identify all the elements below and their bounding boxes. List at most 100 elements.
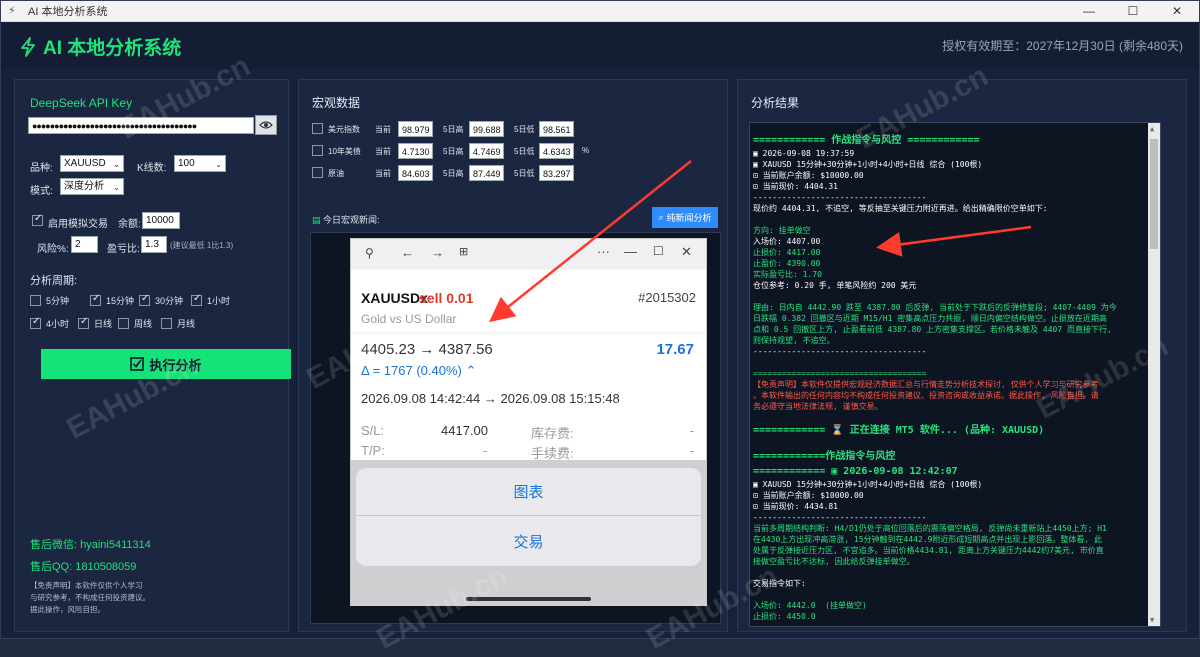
macro-hi-value[interactable]: 99.688 bbox=[469, 121, 504, 137]
macro-lo-value[interactable]: 98.561 bbox=[539, 121, 574, 137]
result-line: ------------------------------------ bbox=[753, 347, 927, 356]
result-line: 则保持观望, 不追空。 bbox=[753, 336, 835, 345]
minimize-button[interactable]: — bbox=[1067, 1, 1111, 21]
mode-value: 深度分析 bbox=[64, 181, 104, 192]
macro-cur-label: 当前 bbox=[375, 147, 391, 156]
rr-input[interactable]: 1.3 bbox=[141, 236, 167, 253]
app-header: AI 本地分析系统 授权有效期至：2027年12月30日 (剩余480天) bbox=[1, 23, 1199, 69]
period-checkbox[interactable] bbox=[30, 316, 41, 329]
close-button[interactable]: ✕ bbox=[1155, 1, 1199, 21]
macro-checkbox[interactable] bbox=[312, 167, 323, 178]
period-checkbox[interactable] bbox=[78, 316, 89, 329]
result-line bbox=[750, 589, 1160, 600]
kline-select[interactable]: 100 ⌄ bbox=[174, 155, 226, 172]
scroll-up-icon[interactable]: ▲ bbox=[1150, 125, 1154, 133]
macro-hi-value[interactable]: 87.449 bbox=[469, 165, 504, 181]
chevron-down-icon: ⌄ bbox=[215, 160, 222, 169]
period-checkbox[interactable] bbox=[161, 318, 172, 329]
news-analysis-button[interactable]: ⌕ 纯新闻分析 bbox=[652, 207, 718, 228]
lightning-icon bbox=[21, 36, 35, 57]
app-feather-icon: ⚡ bbox=[8, 5, 16, 17]
period-checkbox[interactable] bbox=[118, 318, 129, 329]
tp-value: - bbox=[483, 443, 488, 458]
period-label: 5分钟 bbox=[46, 296, 70, 306]
app-logo: AI 本地分析系统 bbox=[19, 33, 181, 60]
sim-trade-label: 启用模拟交易 bbox=[48, 219, 108, 230]
period-checkbox[interactable] bbox=[191, 293, 202, 306]
eye-icon bbox=[259, 121, 273, 129]
macro-cur-value[interactable]: 4.7130 bbox=[398, 143, 433, 159]
macro-title: 宏观数据 bbox=[312, 96, 361, 110]
scroll-down-icon[interactable]: ▼ bbox=[1150, 616, 1154, 624]
period-title: 分析周期: bbox=[30, 275, 78, 287]
scroll-thumb[interactable] bbox=[1150, 139, 1158, 249]
disclaimer-line: 【免责声明】本软件仅供个人学习 bbox=[30, 581, 143, 590]
trade-screenshot: ⚲ ← → ⊞ ··· — ☐ ✕ XAUUSDx sell 0.01 #201… bbox=[350, 238, 707, 606]
variety-select[interactable]: XAUUSD ⌄ bbox=[60, 155, 124, 172]
result-line: ============ 作战指令与风控 ============ bbox=[753, 135, 980, 146]
result-line: 当前多周期结构判断: H4/D1仍处于高位回落后的震荡偏空格局, 反弹尚未重新站… bbox=[753, 524, 1107, 533]
macro-lo-value[interactable]: 4.6343 bbox=[539, 143, 574, 159]
result-line bbox=[750, 291, 1160, 302]
result-line: ============ ▣ 2026-09-08 12:42:07 bbox=[753, 466, 958, 477]
period-checkbox[interactable] bbox=[90, 293, 101, 306]
rr-label: 盈亏比: bbox=[107, 244, 140, 255]
result-line: 现价约 4404.31, 不追空, 等反抽至关键压力附近再进。给出精确限价空单如… bbox=[753, 204, 1048, 213]
result-line: ⊡ 当前现价: 4434.81 bbox=[753, 502, 838, 511]
trade-action[interactable]: 交易 bbox=[356, 517, 701, 565]
pin-icon: ⚲ bbox=[365, 246, 374, 260]
title-bar: ⚡ AI 本地分析系统 — ☐ ✕ bbox=[1, 1, 1199, 22]
macro-hi-value[interactable]: 4.7469 bbox=[469, 143, 504, 159]
show-key-button[interactable] bbox=[255, 115, 277, 135]
trade-profit: 17.67 bbox=[656, 341, 694, 358]
result-line: 理由: 日内自 4442.90 跌至 4387.80 后反弹, 当前处于下跌后的… bbox=[753, 303, 1117, 312]
macro-cur-value[interactable]: 84.603 bbox=[398, 165, 433, 181]
app-window: ⚡ AI 本地分析系统 — ☐ ✕ AI 本地分析系统 授权有效期至：2027年… bbox=[0, 0, 1200, 656]
result-line: 在4430上方出现冲高滞涨, 15分钟触到在4442.9附近形成短期高点并出现上… bbox=[753, 535, 1103, 544]
sim-trade-checkbox[interactable] bbox=[32, 213, 43, 226]
maximize-button[interactable]: ☐ bbox=[1111, 1, 1155, 21]
mode-select[interactable]: 深度分析 ⌄ bbox=[60, 178, 124, 195]
result-scrollbar[interactable]: ▲ ▼ bbox=[1148, 123, 1160, 626]
license-info: 授权有效期至：2027年12月30日 (剩余480天) bbox=[942, 39, 1183, 53]
forward-icon: → bbox=[431, 245, 444, 260]
macro-checkbox[interactable] bbox=[312, 145, 323, 156]
macro-cur-label: 当前 bbox=[375, 169, 391, 178]
result-line: ------------------------------------ bbox=[753, 513, 927, 522]
macro-cur-value[interactable]: 98.979 bbox=[398, 121, 433, 137]
macro-checkbox[interactable] bbox=[312, 123, 323, 134]
result-line bbox=[750, 214, 1160, 225]
chart-action[interactable]: 图表 bbox=[356, 468, 701, 516]
macro-name: 原油 bbox=[328, 169, 344, 178]
news-label: ▤ 今日宏观新闻: bbox=[312, 213, 380, 226]
period-label: 30分钟 bbox=[155, 296, 184, 306]
result-line: ▣ XAUUSD 15分钟+30分钟+1小时+4小时+日线 综合 (100根) bbox=[753, 160, 983, 169]
macro-lo-value[interactable]: 83.297 bbox=[539, 165, 574, 181]
back-icon: ← bbox=[401, 245, 414, 260]
result-line: 日跌幅 0.382 回撤区与近期 M15/H1 密集高点压力共振, 顺日内偏空结… bbox=[753, 314, 1107, 323]
kline-value: 100 bbox=[178, 158, 195, 169]
api-key-title: DeepSeek API Key bbox=[30, 96, 133, 110]
screenshot-toolbar: ⚲ ← → ⊞ ··· — ☐ ✕ bbox=[351, 239, 706, 269]
result-line: 止损价: 4450.0 bbox=[753, 612, 816, 621]
macro-lo-label: 5日低 bbox=[514, 169, 535, 178]
result-line: ⊡ 当前账户余额: $10000.00 bbox=[753, 171, 864, 180]
result-title: 分析结果 bbox=[751, 96, 800, 110]
result-line: ⊡ 当前现价: 4404.31 bbox=[753, 182, 838, 191]
action-sheet: 图表 交易 bbox=[356, 468, 701, 566]
risk-input[interactable]: 2 bbox=[71, 236, 98, 253]
result-line: 处属于反弹接近压力区, 不宜追多。当前价格4434.81, 距离上方关键压力44… bbox=[753, 546, 1104, 555]
result-line: ------------------------------------ bbox=[753, 193, 927, 202]
macro-hi-label: 5日高 bbox=[443, 147, 464, 156]
result-line: ============作战指令与风控 bbox=[753, 451, 896, 462]
close-icon: ✕ bbox=[681, 244, 692, 259]
result-line: 仓位参考: 0.20 手, 单笔风险约 200 美元 bbox=[753, 281, 917, 290]
macro-hi-label: 5日高 bbox=[443, 125, 464, 134]
checkbox-icon bbox=[130, 357, 145, 371]
result-line: ============ ⌛ 正在连接 MT5 软件... (品种: XAUUS… bbox=[753, 425, 1045, 436]
period-checkbox[interactable] bbox=[30, 295, 41, 306]
period-checkbox[interactable] bbox=[139, 293, 150, 306]
result-line: ▣ 2026-09-08 19:37:59 bbox=[753, 149, 855, 158]
balance-input[interactable]: 10000 bbox=[142, 212, 180, 229]
mode-label: 模式: bbox=[30, 186, 53, 197]
